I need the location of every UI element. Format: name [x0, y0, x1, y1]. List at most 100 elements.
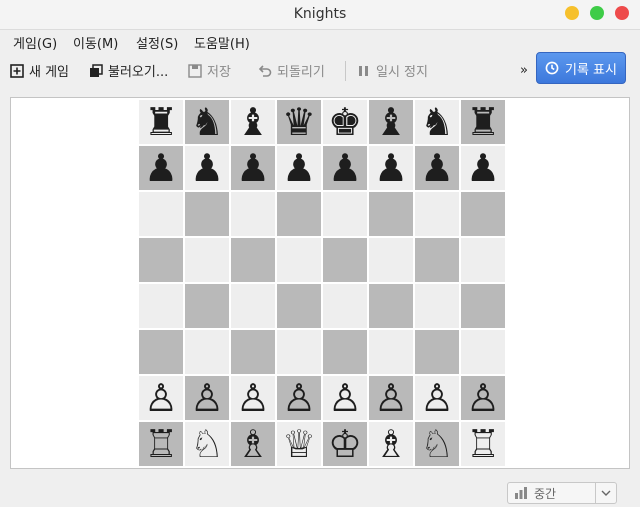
black-piece-icon[interactable]: ♝	[374, 99, 408, 145]
board-square[interactable]: ♝	[368, 99, 414, 145]
board-square[interactable]: ♞	[184, 99, 230, 145]
board-square[interactable]: ♟	[276, 145, 322, 191]
board-square[interactable]	[460, 237, 506, 283]
board-square[interactable]	[368, 237, 414, 283]
board-square[interactable]	[460, 191, 506, 237]
board-square[interactable]: ♘	[184, 421, 230, 467]
chess-board[interactable]: ♜ ♞ ♝ ♛ ♚ ♝ ♞ ♜ ♟ ♟ ♟ ♟ ♟ ♟ ♟ ♟ ♙ ♙ ♙ ♙ ♙ ♙ ♙ ♙ ♖ ♘ ♗ ♕ ♔ ♗ ♘ ♖	[138, 99, 506, 467]
board-square[interactable]	[368, 283, 414, 329]
black-piece-icon[interactable]: ♟	[190, 145, 224, 191]
board-square[interactable]: ♙	[414, 375, 460, 421]
board-square[interactable]	[322, 237, 368, 283]
white-piece-icon[interactable]: ♗	[374, 421, 408, 467]
board-square[interactable]	[230, 191, 276, 237]
chevron-down-icon[interactable]	[595, 483, 616, 503]
board-square[interactable]	[276, 283, 322, 329]
difficulty-select[interactable]: 중간	[507, 482, 617, 504]
board-square[interactable]	[322, 283, 368, 329]
board-square[interactable]: ♟	[322, 145, 368, 191]
new-game-button[interactable]: 새 게임	[10, 52, 69, 89]
white-piece-icon[interactable]: ♔	[328, 421, 362, 467]
black-piece-icon[interactable]: ♝	[236, 99, 270, 145]
board-square[interactable]	[460, 329, 506, 375]
board-square[interactable]: ♙	[276, 375, 322, 421]
board-square[interactable]	[414, 237, 460, 283]
board-square[interactable]: ♔	[322, 421, 368, 467]
board-square[interactable]: ♖	[138, 421, 184, 467]
black-piece-icon[interactable]: ♟	[282, 145, 316, 191]
white-piece-icon[interactable]: ♙	[282, 375, 316, 421]
board-square[interactable]: ♙	[460, 375, 506, 421]
board-square[interactable]	[368, 191, 414, 237]
board-square[interactable]	[230, 237, 276, 283]
board-square[interactable]	[276, 329, 322, 375]
undo-button[interactable]: 되돌리기	[258, 52, 325, 89]
black-piece-icon[interactable]: ♟	[144, 145, 178, 191]
menu-help[interactable]: 도움말(H)	[194, 33, 250, 52]
black-piece-icon[interactable]: ♟	[236, 145, 270, 191]
board-square[interactable]	[414, 329, 460, 375]
black-piece-icon[interactable]: ♟	[328, 145, 362, 191]
board-square[interactable]: ♗	[368, 421, 414, 467]
board-square[interactable]: ♕	[276, 421, 322, 467]
load-button[interactable]: 불러오기...	[89, 52, 168, 89]
black-piece-icon[interactable]: ♛	[282, 99, 316, 145]
menu-settings[interactable]: 설정(S)	[136, 33, 178, 52]
board-square[interactable]	[138, 191, 184, 237]
board-square[interactable]	[460, 283, 506, 329]
white-piece-icon[interactable]: ♙	[190, 375, 224, 421]
white-piece-icon[interactable]: ♕	[282, 421, 316, 467]
board-square[interactable]	[276, 237, 322, 283]
board-square[interactable]: ♗	[230, 421, 276, 467]
board-square[interactable]	[368, 329, 414, 375]
white-piece-icon[interactable]: ♘	[190, 421, 224, 467]
board-square[interactable]: ♟	[460, 145, 506, 191]
board-square[interactable]	[414, 283, 460, 329]
show-history-button[interactable]: 기록 표시	[536, 52, 626, 84]
board-square[interactable]	[138, 237, 184, 283]
black-piece-icon[interactable]: ♞	[190, 99, 224, 145]
minimize-button[interactable]	[565, 6, 579, 20]
white-piece-icon[interactable]: ♙	[144, 375, 178, 421]
board-square[interactable]: ♜	[460, 99, 506, 145]
board-square[interactable]: ♖	[460, 421, 506, 467]
board-square[interactable]	[138, 329, 184, 375]
black-piece-icon[interactable]: ♜	[144, 99, 178, 145]
white-piece-icon[interactable]: ♙	[374, 375, 408, 421]
board-square[interactable]	[276, 191, 322, 237]
pause-button[interactable]: 일시 정지	[357, 52, 428, 89]
board-square[interactable]: ♟	[230, 145, 276, 191]
board-square[interactable]	[184, 329, 230, 375]
board-square[interactable]	[322, 191, 368, 237]
board-square[interactable]: ♛	[276, 99, 322, 145]
black-piece-icon[interactable]: ♟	[374, 145, 408, 191]
white-piece-icon[interactable]: ♖	[466, 421, 500, 467]
board-square[interactable]: ♟	[368, 145, 414, 191]
board-square[interactable]: ♞	[414, 99, 460, 145]
board-square[interactable]: ♟	[184, 145, 230, 191]
board-square[interactable]: ♙	[184, 375, 230, 421]
board-square[interactable]: ♘	[414, 421, 460, 467]
board-square[interactable]: ♟	[414, 145, 460, 191]
board-square[interactable]	[230, 329, 276, 375]
white-piece-icon[interactable]: ♗	[236, 421, 270, 467]
board-square[interactable]: ♟	[138, 145, 184, 191]
board-square[interactable]	[184, 191, 230, 237]
board-square[interactable]: ♙	[368, 375, 414, 421]
menu-move[interactable]: 이동(M)	[73, 33, 118, 52]
close-button[interactable]	[615, 6, 629, 20]
white-piece-icon[interactable]: ♙	[466, 375, 500, 421]
board-square[interactable]	[322, 329, 368, 375]
menu-game[interactable]: 게임(G)	[13, 33, 57, 52]
toolbar-overflow-button[interactable]: »	[520, 52, 528, 89]
board-square[interactable]	[138, 283, 184, 329]
board-square[interactable]	[230, 283, 276, 329]
board-square[interactable]: ♝	[230, 99, 276, 145]
maximize-button[interactable]	[590, 6, 604, 20]
white-piece-icon[interactable]: ♙	[420, 375, 454, 421]
black-piece-icon[interactable]: ♟	[466, 145, 500, 191]
save-button[interactable]: 저장	[188, 52, 231, 89]
white-piece-icon[interactable]: ♖	[144, 421, 178, 467]
board-square[interactable]: ♙	[230, 375, 276, 421]
white-piece-icon[interactable]: ♘	[420, 421, 454, 467]
